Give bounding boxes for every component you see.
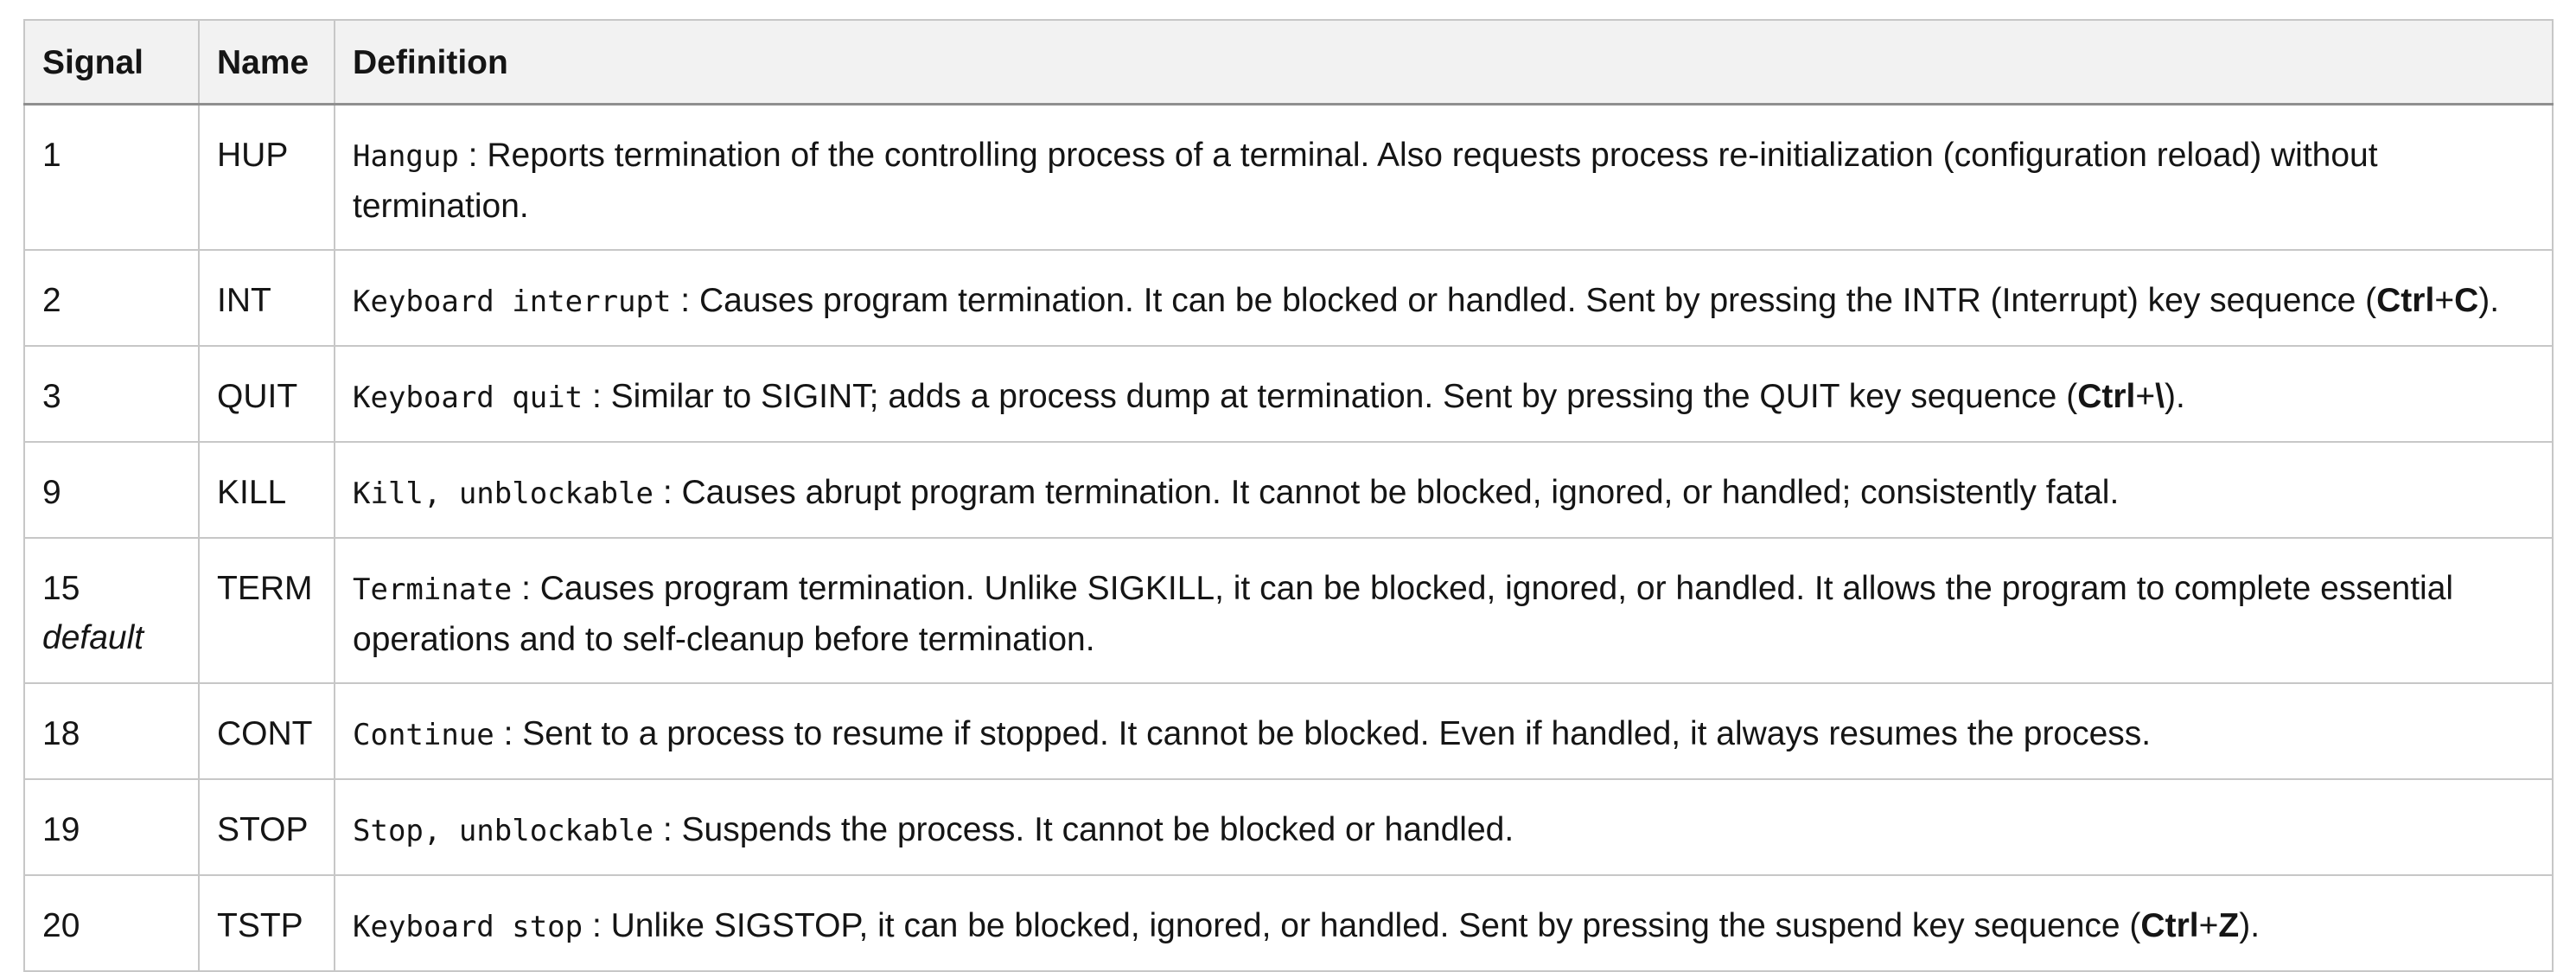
signal-default-note: default: [42, 619, 144, 656]
definition-text: Causes abrupt program termination. It ca…: [682, 474, 2120, 511]
key-label: Z: [2218, 907, 2240, 944]
table-body: 1 HUP Hangup : Reports termination of the …: [23, 103, 2554, 972]
definition-separator: :: [671, 282, 699, 319]
definition-text: Causes program termination. Unlike SIGKI…: [353, 570, 2453, 658]
definition-text: Similar to SIGINT; adds a process dump a…: [611, 378, 2185, 415]
definition-segment: Causes program termination. Unlike SIGKI…: [353, 570, 2454, 658]
definition-separator: :: [654, 474, 682, 511]
definition-segment: Unlike SIGSTOP, it can be blocked, ignor…: [610, 907, 2141, 944]
table-row: 2 INT Keyboard interrupt : Causes program …: [23, 249, 2554, 347]
definition-segment: ).: [2239, 907, 2260, 944]
definition-text: Suspends the process. It cannot be block…: [682, 811, 1514, 848]
table-row: 19 STOP Stop, unblockable : Suspends the p…: [23, 778, 2554, 876]
definition-separator: :: [458, 137, 488, 174]
signal-number: 3: [42, 378, 61, 415]
signal-number: 2: [42, 282, 61, 319]
signal-number: 15: [42, 570, 80, 607]
signal-cell: 18: [23, 682, 200, 780]
definition-segment: Causes abrupt program termination. It ca…: [681, 474, 2120, 511]
definition-text: Sent to a process to resume if stopped. …: [522, 715, 2151, 752]
signal-code-label: Stop, unblockable: [353, 814, 654, 848]
header-definition: Definition: [334, 19, 2554, 106]
table-row: 18 CONT Continue : Sent to a process to re…: [23, 682, 2554, 780]
definition-separator: :: [654, 811, 682, 848]
definition-text: Unlike SIGSTOP, it can be blocked, ignor…: [611, 907, 2260, 944]
header-row: Signal Name Definition: [23, 19, 2554, 106]
definition-segment: +: [2135, 378, 2156, 415]
definition-cell: Continue : Sent to a process to resume i…: [334, 682, 2554, 780]
table-row: 20 TSTP Keyboard stop : Unlike SIGSTOP, it…: [23, 874, 2554, 972]
signal-cell: 3: [23, 345, 200, 443]
key-label: Ctrl: [2376, 282, 2435, 319]
signal-number: 1: [42, 137, 61, 174]
signal-cell: 2: [23, 249, 200, 347]
header-signal: Signal: [23, 19, 200, 106]
definition-separator: :: [583, 907, 611, 944]
definition-cell: Hangup : Reports termination of the cont…: [334, 103, 2554, 251]
signal-number: 9: [42, 474, 61, 511]
signal-name: TSTP: [198, 874, 335, 972]
definition-cell: Keyboard interrupt : Causes program term…: [334, 249, 2554, 347]
signal-name: HUP: [198, 103, 335, 251]
signal-code-label: Terminate: [353, 572, 513, 607]
signal-name: CONT: [198, 682, 335, 780]
definition-cell: Stop, unblockable : Suspends the process…: [334, 778, 2554, 876]
signal-code-label: Keyboard quit: [353, 380, 583, 415]
definition-segment: +: [2434, 282, 2455, 319]
signal-name: KILL: [198, 441, 335, 539]
definition-cell: Keyboard stop : Unlike SIGSTOP, it can b…: [334, 874, 2554, 972]
table-row: 9 KILL Kill, unblockable : Causes abrupt p…: [23, 441, 2554, 539]
table-row: 15 default TERM Terminate : Causes program …: [23, 537, 2554, 684]
signal-name: TERM: [198, 537, 335, 684]
signal-cell: 15 default: [23, 537, 200, 684]
definition-segment: +: [2198, 907, 2219, 944]
signal-number: 18: [42, 715, 80, 752]
signal-name: INT: [198, 249, 335, 347]
signal-cell: 19: [23, 778, 200, 876]
header-name: Name: [198, 19, 335, 106]
signal-name: QUIT: [198, 345, 335, 443]
definition-cell: Keyboard quit : Similar to SIGINT; adds …: [334, 345, 2554, 443]
key-label: \: [2155, 378, 2165, 415]
definition-segment: ).: [2164, 378, 2185, 415]
definition-text: Causes program termination. It can be bl…: [699, 282, 2499, 319]
definition-separator: :: [583, 378, 611, 415]
key-label: Ctrl: [2077, 378, 2136, 415]
signal-code-label: Continue: [353, 718, 494, 752]
table-row: 3 QUIT Keyboard quit : Similar to SIGINT; …: [23, 345, 2554, 443]
definition-segment: Sent to a process to resume if stopped. …: [522, 715, 2152, 752]
signal-code-label: Hangup: [353, 139, 459, 174]
definition-cell: Terminate : Causes program termination. …: [334, 537, 2554, 684]
signal-cell: 20: [23, 874, 200, 972]
signal-name: STOP: [198, 778, 335, 876]
definition-text: Reports termination of the controlling p…: [353, 137, 2378, 225]
key-label: Ctrl: [2140, 907, 2199, 944]
definition-segment: ).: [2478, 282, 2500, 319]
signal-code-label: Kill, unblockable: [353, 476, 654, 511]
definition-separator: :: [494, 715, 523, 752]
definition-segment: Causes program termination. It can be bl…: [698, 282, 2377, 319]
signal-cell: 9: [23, 441, 200, 539]
signal-code-label: Keyboard interrupt: [353, 285, 672, 319]
signal-cell: 1: [23, 103, 200, 251]
signal-number: 19: [42, 811, 80, 848]
table-header: Signal Name Definition: [23, 19, 2554, 106]
definition-segment: Reports termination of the controlling p…: [353, 137, 2378, 225]
definition-cell: Kill, unblockable : Causes abrupt progra…: [334, 441, 2554, 539]
definition-segment: Similar to SIGINT; adds a process dump a…: [610, 378, 2078, 415]
table-row: 1 HUP Hangup : Reports termination of the …: [23, 103, 2554, 251]
definition-segment: Suspends the process. It cannot be block…: [681, 811, 1514, 848]
definition-separator: :: [512, 570, 540, 607]
signal-number: 20: [42, 907, 80, 944]
key-label: C: [2454, 282, 2479, 319]
signal-code-label: Keyboard stop: [353, 910, 583, 944]
signals-table: Signal Name Definition 1 HUP Hangup : Repo…: [23, 19, 2554, 972]
